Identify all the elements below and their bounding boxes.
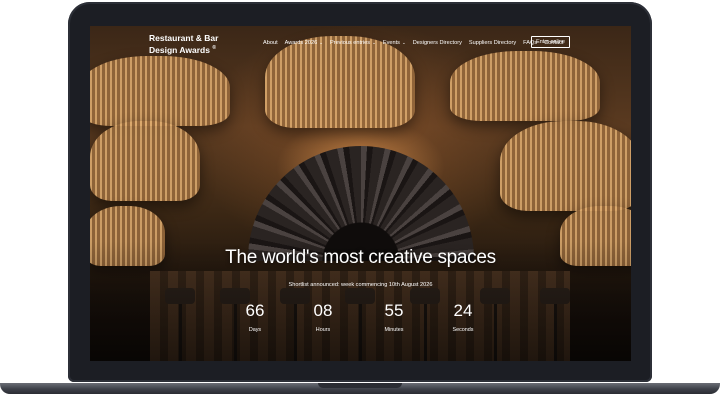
- nav-label: Events: [382, 40, 400, 46]
- countdown-value: 08: [313, 301, 333, 320]
- woven-lamp-shade: [500, 121, 631, 211]
- site-logo[interactable]: Restaurant & Bar Design Awards ®: [149, 33, 239, 55]
- woven-lamp-shade: [450, 51, 600, 121]
- nav-designers-directory[interactable]: Designers Directory: [413, 40, 462, 46]
- woven-lamp-shade: [90, 121, 200, 201]
- laptop-notch: [318, 383, 402, 388]
- nav-label: Previous entries: [329, 40, 371, 46]
- countdown-minutes: 55 Minutes: [374, 301, 414, 333]
- nav-label: Designers Directory: [412, 40, 462, 46]
- countdown-hours: 08 Hours: [303, 301, 343, 333]
- countdown-value: 66: [245, 301, 265, 320]
- nav-awards-2026[interactable]: Awards 2026 ⌄: [285, 40, 323, 46]
- countdown-days: 66 Days: [235, 301, 275, 333]
- hero-title: The world's most creative spaces: [225, 247, 496, 268]
- main-navigation: About Awards 2026 ⌄ Previous entries ⌄ Eve…: [263, 40, 563, 46]
- nav-label: Awards 2026: [284, 40, 318, 46]
- registered-mark: ®: [212, 45, 216, 51]
- countdown-label: Hours: [315, 327, 331, 333]
- logo-line-1: Restaurant & Bar: [149, 33, 219, 43]
- nav-label: About: [263, 40, 278, 46]
- countdown-value: 55: [384, 301, 404, 320]
- nav-events[interactable]: Events ⌄: [383, 40, 406, 46]
- nav-about[interactable]: About: [263, 40, 278, 46]
- countdown-label: Seconds: [452, 327, 474, 333]
- nav-suppliers-directory[interactable]: Suppliers Directory: [469, 40, 516, 46]
- logo-line-2: Design Awards ®: [149, 43, 239, 55]
- chevron-down-icon: ⌄: [401, 40, 406, 45]
- chevron-down-icon: ⌄: [372, 40, 376, 45]
- countdown-label: Minutes: [384, 327, 404, 333]
- chevron-down-icon: ⌄: [319, 40, 323, 45]
- shortlist-announcement: Shortlist announced: week commencing 10t…: [288, 282, 433, 288]
- nav-previous-entries[interactable]: Previous entries ⌄: [330, 40, 376, 46]
- woven-lamp-shade: [265, 36, 415, 128]
- woven-lamp-shade: [90, 56, 230, 126]
- nav-label: Suppliers Directory: [468, 40, 517, 46]
- countdown-value: 24: [453, 301, 473, 320]
- website-screen: Restaurant & Bar Design Awards ® About A…: [90, 26, 631, 361]
- enter-online-button[interactable]: Enter online: [531, 36, 570, 48]
- countdown-label: Days: [248, 327, 262, 333]
- logo-line-2-text: Design Awards: [149, 44, 210, 55]
- countdown-seconds: 24 Seconds: [443, 301, 483, 333]
- countdown-timer: 66 Days 08 Hours 55 Minutes 24 Seconds: [235, 301, 487, 343]
